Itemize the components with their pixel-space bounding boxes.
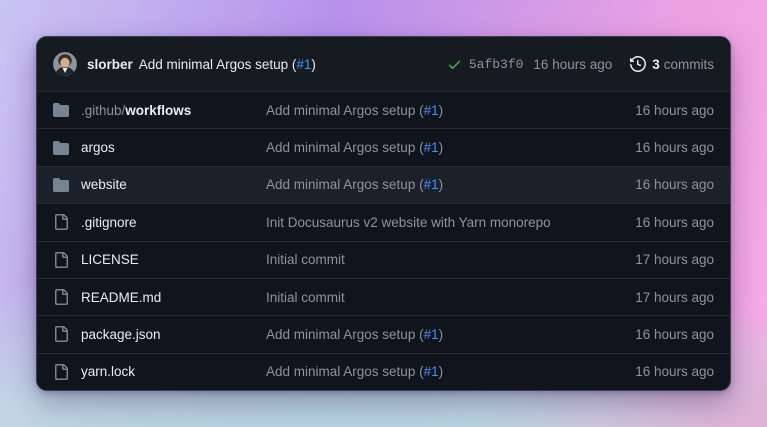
file-icon [53, 289, 69, 305]
commit-time: 16 hours ago [533, 57, 612, 72]
pr-link[interactable]: #1 [424, 327, 439, 342]
file-name-cell: website [53, 177, 266, 193]
row-commit-time: 17 hours ago [589, 252, 714, 267]
row-commit-time: 16 hours ago [589, 364, 714, 379]
check-icon[interactable] [447, 57, 462, 72]
file-icon [53, 364, 69, 380]
file-row[interactable]: website Add minimal Argos setup (#1) 16 … [37, 166, 730, 203]
row-commit-time: 16 hours ago [589, 140, 714, 155]
commit-meta: 5afb3f0 16 hours ago 3 commits [447, 56, 714, 72]
row-commit-message[interactable]: Add minimal Argos setup (#1) [266, 327, 589, 342]
file-name-cell: LICENSE [53, 252, 266, 268]
repo-file-browser: slorber Add minimal Argos setup (#1) 5af… [36, 36, 731, 391]
file-name-cell: yarn.lock [53, 364, 266, 380]
file-name[interactable]: .github/workflows [81, 103, 191, 118]
file-name[interactable]: argos [81, 140, 115, 155]
file-name[interactable]: README.md [81, 290, 161, 305]
latest-commit-header: slorber Add minimal Argos setup (#1) 5af… [37, 37, 730, 91]
folder-icon [53, 177, 69, 193]
row-commit-message[interactable]: Add minimal Argos setup (#1) [266, 140, 589, 155]
file-row[interactable]: .gitignore Init Docusaurus v2 website wi… [37, 203, 730, 240]
pr-link[interactable]: #1 [424, 140, 439, 155]
file-icon [53, 214, 69, 230]
file-row[interactable]: package.json Add minimal Argos setup (#1… [37, 315, 730, 352]
file-name-cell: argos [53, 140, 266, 156]
pr-link[interactable]: #1 [424, 177, 439, 192]
row-commit-time: 16 hours ago [589, 177, 714, 192]
row-commit-message[interactable]: Add minimal Argos setup (#1) [266, 364, 589, 379]
file-row[interactable]: LICENSE Initial commit 17 hours ago [37, 241, 730, 278]
pr-link[interactable]: #1 [424, 103, 439, 118]
file-name[interactable]: LICENSE [81, 252, 139, 267]
file-row[interactable]: yarn.lock Add minimal Argos setup (#1) 1… [37, 353, 730, 390]
file-name-cell: package.json [53, 326, 266, 342]
file-row[interactable]: .github/workflows Add minimal Argos setu… [37, 91, 730, 128]
pr-link[interactable]: #1 [424, 364, 439, 379]
commit-hash[interactable]: 5afb3f0 [469, 57, 524, 72]
commits-count[interactable]: 3 [652, 57, 660, 72]
file-icon [53, 252, 69, 268]
row-commit-time: 16 hours ago [589, 327, 714, 342]
avatar[interactable] [53, 52, 77, 76]
pr-link[interactable]: #1 [296, 57, 311, 72]
file-name-cell: .github/workflows [53, 102, 266, 118]
file-name-cell: README.md [53, 289, 266, 305]
row-commit-message[interactable]: Init Docusaurus v2 website with Yarn mon… [266, 215, 589, 230]
row-commit-message[interactable]: Initial commit [266, 290, 589, 305]
commit-message[interactable]: Add minimal Argos setup (#1) [139, 57, 316, 72]
file-name-cell: .gitignore [53, 214, 266, 230]
file-icon [53, 326, 69, 342]
commits-label[interactable]: commits [664, 57, 714, 72]
row-commit-message[interactable]: Add minimal Argos setup (#1) [266, 177, 589, 192]
commit-author[interactable]: slorber [87, 57, 133, 72]
file-list: .github/workflows Add minimal Argos setu… [37, 91, 730, 390]
folder-icon [53, 102, 69, 118]
row-commit-message[interactable]: Add minimal Argos setup (#1) [266, 103, 589, 118]
file-name[interactable]: yarn.lock [81, 364, 135, 379]
row-commit-time: 16 hours ago [589, 103, 714, 118]
file-name[interactable]: .gitignore [81, 215, 137, 230]
row-commit-message[interactable]: Initial commit [266, 252, 589, 267]
row-commit-time: 16 hours ago [589, 215, 714, 230]
row-commit-time: 17 hours ago [589, 290, 714, 305]
file-row[interactable]: argos Add minimal Argos setup (#1) 16 ho… [37, 128, 730, 165]
file-name[interactable]: package.json [81, 327, 161, 342]
history-icon [630, 56, 646, 72]
file-name[interactable]: website [81, 177, 127, 192]
file-row[interactable]: README.md Initial commit 17 hours ago [37, 278, 730, 315]
folder-icon [53, 140, 69, 156]
